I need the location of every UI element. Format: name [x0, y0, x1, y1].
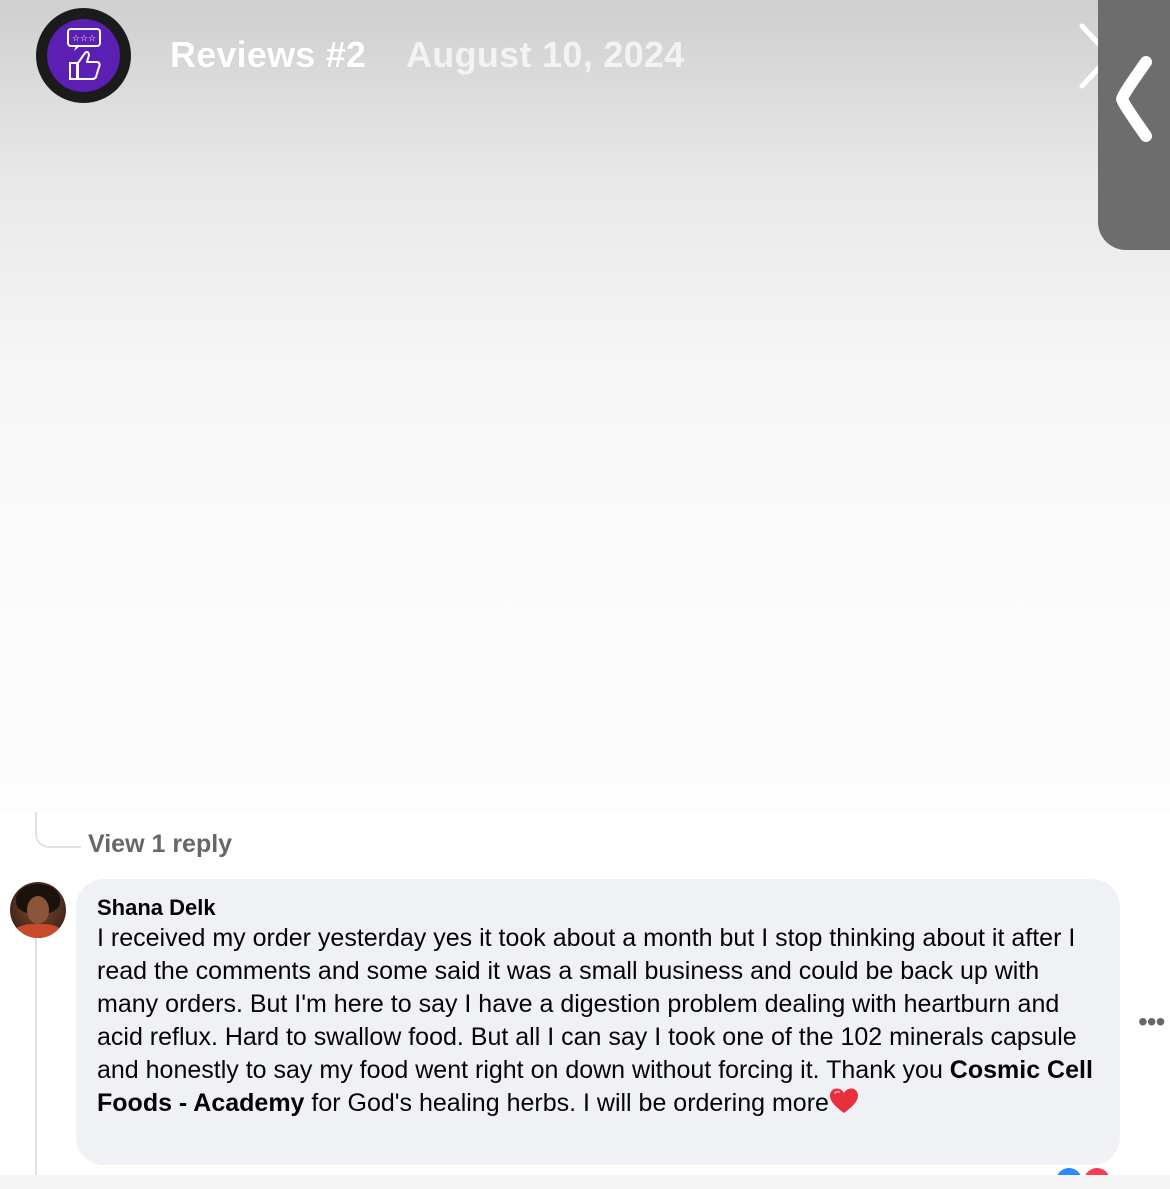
- story-header: ☆☆☆ Reviews #2 August 10, 2024: [0, 0, 1170, 120]
- story-title: Reviews #2: [170, 34, 367, 75]
- side-panel-toggle[interactable]: [1098, 0, 1170, 250]
- comment-text-end: for God's healing herbs. I will be order…: [304, 1089, 829, 1117]
- page-avatar[interactable]: ☆☆☆: [36, 8, 131, 103]
- more-options-button[interactable]: •••: [1138, 1008, 1165, 1036]
- comment-bubble: Shana Delk I received my order yesterday…: [76, 879, 1120, 1165]
- svg-text:☆☆☆: ☆☆☆: [72, 34, 96, 44]
- view-replies-link[interactable]: View 1 reply: [88, 830, 232, 859]
- bottom-divider: [0, 1175, 1170, 1189]
- comment-author[interactable]: Shana Delk: [97, 895, 216, 921]
- comment-text: I received my order yesterday yes it too…: [97, 922, 1107, 1120]
- story-date: August 10, 2024: [406, 34, 685, 75]
- comment-text-start: I received my order yesterday yes it too…: [97, 924, 1077, 1084]
- thread-line: [35, 937, 37, 1177]
- thread-connector: [35, 812, 81, 848]
- heart-icon: [829, 1087, 859, 1115]
- comments-section: View 1 reply Shana Delk I received my or…: [0, 812, 1170, 1189]
- story-background: [0, 0, 1170, 812]
- reviews-thumbs-up-icon: ☆☆☆: [47, 19, 120, 92]
- chevron-left-icon: [1116, 56, 1152, 142]
- avatar[interactable]: [10, 882, 66, 938]
